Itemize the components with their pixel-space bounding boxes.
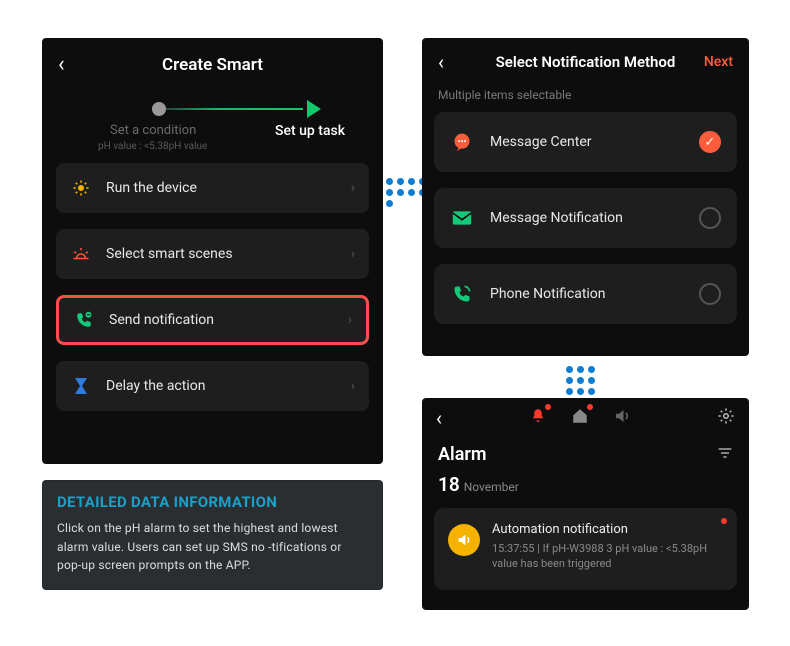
task-send-notification[interactable]: Send notification ›: [56, 295, 369, 345]
back-chevron-icon[interactable]: ‹: [436, 406, 442, 430]
notif-message-center[interactable]: Message Center ✓: [434, 112, 737, 172]
task-label: Run the device: [106, 180, 351, 196]
home-icon[interactable]: [571, 407, 589, 429]
select-notification-panel: ‹ Select Notification Method Next Multip…: [422, 38, 749, 356]
stepper-arrow-icon: [307, 100, 321, 118]
alarm-card-title: Automation notification: [492, 522, 723, 537]
step-condition-label: Set a condition: [110, 123, 196, 138]
task-label: Delay the action: [106, 378, 351, 394]
phone-message-icon: [73, 311, 95, 329]
filter-icon[interactable]: [717, 446, 733, 464]
hourglass-icon: [70, 377, 92, 395]
sunrise-icon: [70, 247, 92, 261]
back-chevron-icon[interactable]: ‹: [58, 52, 65, 77]
notif-label: Phone Notification: [490, 286, 699, 302]
task-delay-action[interactable]: Delay the action ›: [56, 361, 369, 411]
chevron-right-icon: ›: [351, 246, 355, 262]
chat-bubble-icon: [450, 132, 474, 152]
alarm-card[interactable]: Automation notification 15:37:55 | If pH…: [434, 508, 737, 590]
speaker-icon[interactable]: [613, 407, 631, 429]
radio-checked-icon[interactable]: ✓: [699, 131, 721, 153]
speaker-alert-icon: [448, 524, 480, 556]
step-condition-sub: pH value : <5.38pH value: [98, 141, 207, 152]
envelope-icon: [450, 210, 474, 226]
chevron-right-icon: ›: [351, 378, 355, 394]
alarm-title: Alarm: [438, 444, 486, 465]
chevron-right-icon: ›: [348, 312, 352, 328]
unread-dot-icon: [721, 518, 727, 524]
stepper-dot-icon: [152, 102, 166, 116]
subtitle: Multiple items selectable: [422, 80, 749, 112]
info-body: Click on the pH alarm to set the highest…: [57, 519, 368, 575]
alarm-panel: ‹ Alarm 18November: [422, 398, 749, 610]
task-label: Send notification: [109, 312, 348, 328]
notif-label: Message Center: [490, 134, 699, 150]
notif-label: Message Notification: [490, 210, 699, 226]
task-label: Select smart scenes: [106, 246, 351, 262]
notif-phone-notification[interactable]: Phone Notification: [434, 264, 737, 324]
info-title: DETAILED DATA INFORMATION: [57, 493, 368, 511]
next-button[interactable]: Next: [704, 54, 733, 70]
alarm-card-body: 15:37:55 | If pH-W3988 3 pH value : <5.3…: [492, 542, 723, 572]
info-card: DETAILED DATA INFORMATION Click on the p…: [42, 480, 383, 590]
phone-icon: [450, 284, 474, 304]
back-chevron-icon[interactable]: ‹: [438, 50, 444, 74]
step-task-label: Set up task: [275, 123, 345, 139]
stepper: Set a condition pH value : <5.38pH value…: [42, 95, 383, 151]
connector-dots-icon: [386, 178, 426, 207]
gear-icon[interactable]: [717, 407, 735, 429]
notif-message-notification[interactable]: Message Notification: [434, 188, 737, 248]
page-title: Select Notification Method: [422, 53, 749, 71]
connector-dots-icon: [566, 366, 602, 395]
chevron-right-icon: ›: [351, 180, 355, 196]
lightbulb-icon: [70, 179, 92, 197]
task-select-scenes[interactable]: Select smart scenes ›: [56, 229, 369, 279]
page-title: Create Smart: [42, 55, 383, 75]
bell-icon[interactable]: [529, 407, 547, 429]
date-label: 18November: [422, 467, 749, 502]
radio-unchecked-icon[interactable]: [699, 283, 721, 305]
task-run-device[interactable]: Run the device ›: [56, 163, 369, 213]
radio-unchecked-icon[interactable]: [699, 207, 721, 229]
create-smart-panel: ‹ Create Smart Set a condition pH value …: [42, 38, 383, 464]
